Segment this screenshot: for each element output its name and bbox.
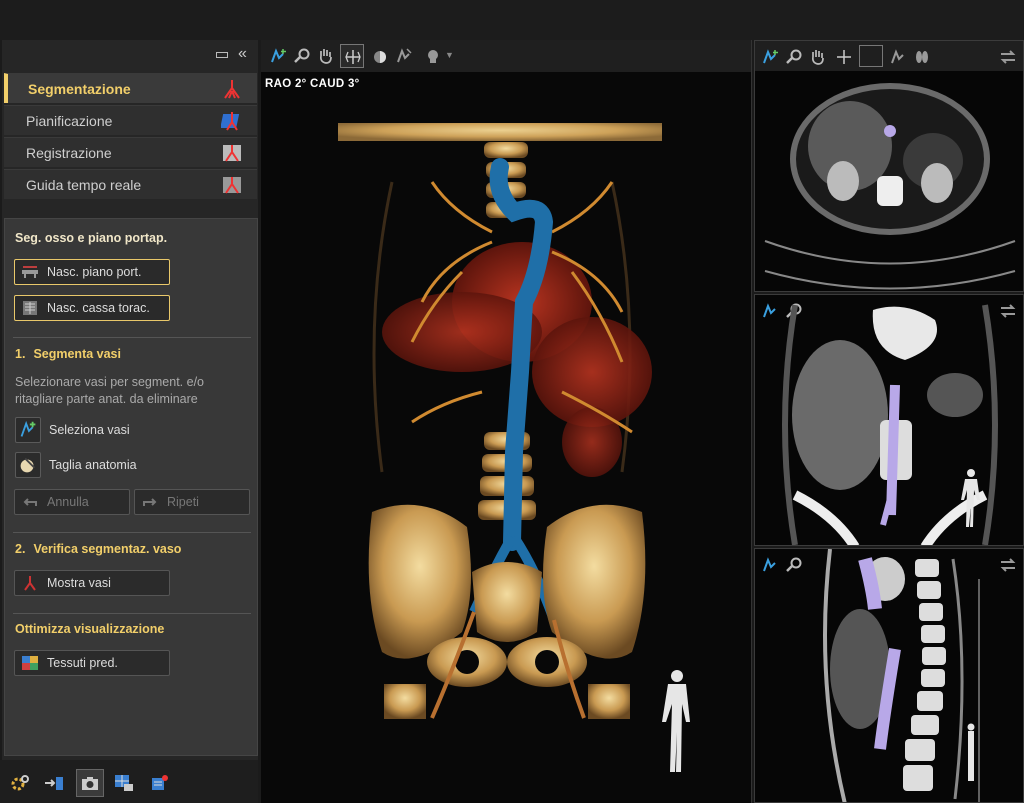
- step-title: Verifica segmentaz. vaso: [33, 542, 182, 556]
- pan-tool-icon[interactable]: [317, 48, 335, 64]
- top-bar: [0, 0, 1024, 40]
- button-label: Annulla: [47, 495, 89, 509]
- button-label: Mostra vasi: [47, 576, 111, 590]
- vessel-tree-icon: [224, 80, 240, 99]
- workflow-item-registration[interactable]: Registrazione: [4, 137, 257, 167]
- button-label: Nasc. cassa torac.: [47, 301, 150, 315]
- rotate-tool-icon: [345, 50, 361, 64]
- zoom-tool-icon[interactable]: [785, 49, 803, 65]
- step1-title: 1. Segmenta vasi: [15, 347, 121, 361]
- redo-button[interactable]: Ripeti: [134, 489, 250, 515]
- undo-icon: [23, 498, 37, 506]
- workflow-item-label: Segmentazione: [28, 81, 131, 97]
- orientation-figure: [961, 469, 980, 527]
- divider: [13, 337, 251, 338]
- select-vessel-tool-icon[interactable]: [269, 48, 287, 64]
- button-label: Tessuti pred.: [47, 656, 118, 670]
- workflow-item-planning[interactable]: Pianificazione: [4, 105, 257, 135]
- pan-tool-icon[interactable]: [809, 49, 827, 65]
- snapshot-button[interactable]: [76, 769, 104, 797]
- button-label: Ripeti: [167, 495, 199, 509]
- volume-rendering-image: [338, 123, 690, 772]
- select-vessel-tool-icon[interactable]: [761, 49, 779, 65]
- table-icon: [22, 266, 38, 278]
- chevron-down-icon[interactable]: ▼: [445, 50, 454, 60]
- registration-icon: [223, 145, 241, 162]
- coronal-view[interactable]: [754, 294, 1024, 546]
- collapse-panel-icon[interactable]: «: [238, 46, 247, 62]
- step-number: 1.: [15, 347, 26, 361]
- window-level-tool-icon[interactable]: [371, 48, 389, 64]
- panel-header: «: [2, 40, 258, 72]
- step-number: 2.: [15, 542, 26, 556]
- show-vessels-button[interactable]: Mostra vasi: [14, 570, 170, 596]
- ribcage-icon: [23, 301, 37, 315]
- axial-ct-image: [764, 83, 1016, 290]
- coronal-ct-image: [782, 304, 998, 545]
- cut-anatomy-button[interactable]: [15, 452, 41, 478]
- cut-anatomy-label[interactable]: Taglia anatomia: [49, 458, 137, 472]
- preset-tissues-button[interactable]: Tessuti pred.: [14, 650, 170, 676]
- view-toolbar: [755, 41, 1023, 71]
- zoom-tool-icon[interactable]: [293, 48, 311, 64]
- step1-hint: Selezionare vasi per segment. e/o ritagl…: [15, 375, 204, 406]
- vessel-icon: [24, 576, 36, 591]
- swap-view-icon[interactable]: [999, 49, 1017, 65]
- workflow-item-live-guidance[interactable]: Guida tempo reale: [4, 169, 257, 199]
- crop-tool-icon[interactable]: [395, 48, 413, 64]
- divider: [13, 532, 251, 533]
- redo-icon: [143, 498, 157, 506]
- sagittal-ct-image: [823, 549, 980, 802]
- workflow-item-label: Guida tempo reale: [26, 177, 142, 193]
- select-vessels-label[interactable]: Seleziona vasi: [49, 423, 130, 437]
- orientation-figure: [662, 670, 690, 772]
- bottom-toolbar: [0, 760, 258, 803]
- rotate-tool-active[interactable]: [340, 44, 364, 68]
- settings-icon[interactable]: [10, 774, 30, 792]
- step2-title: 2. Verifica segmentaz. vaso: [15, 542, 181, 556]
- workflow-item-label: Pianificazione: [26, 113, 113, 129]
- export-icon[interactable]: [44, 774, 64, 792]
- divider: [13, 613, 251, 614]
- segmentation-tools: Seg. osso e piano portap. Nasc. piano po…: [4, 218, 258, 756]
- crop-tool-icon[interactable]: [889, 49, 907, 65]
- live-guidance-icon: [223, 177, 241, 194]
- left-panel: « Segmentazione Pianificazione Registraz…: [2, 40, 258, 803]
- layout-camera-icon[interactable]: [114, 774, 134, 792]
- optimize-title: Ottimizza visualizzazione: [15, 622, 165, 636]
- select-vessels-icon: [20, 420, 36, 437]
- tissue-presets-icon: [22, 656, 38, 670]
- undo-button[interactable]: Annulla: [14, 489, 130, 515]
- orientation-head-icon[interactable]: [425, 48, 443, 64]
- hide-ribcage-button[interactable]: Nasc. cassa torac.: [14, 295, 170, 321]
- hide-table-button[interactable]: Nasc. piano port.: [14, 259, 170, 285]
- bone-section-title: Seg. osso e piano portap.: [15, 231, 168, 245]
- workflow-item-segmentation[interactable]: Segmentazione: [4, 73, 257, 103]
- workflow-item-label: Registrazione: [26, 145, 112, 161]
- sagittal-view[interactable]: [754, 548, 1024, 803]
- rotate-tool-icon[interactable]: [835, 49, 853, 65]
- button-label: Nasc. piano port.: [47, 265, 142, 279]
- feet-icon[interactable]: [913, 49, 931, 65]
- camera-icon: [82, 777, 98, 790]
- axial-view[interactable]: [754, 40, 1024, 292]
- select-vessels-button[interactable]: [15, 417, 41, 443]
- step-title: Segmenta vasi: [33, 347, 121, 361]
- plan-icon: [221, 112, 240, 131]
- orientation-figure: [967, 723, 975, 781]
- cut-anatomy-icon: [20, 457, 36, 473]
- minimize-icon[interactable]: [216, 52, 228, 58]
- record-icon[interactable]: [150, 774, 170, 792]
- view-toolbar: ▼: [261, 40, 751, 72]
- active-tool[interactable]: [859, 45, 883, 67]
